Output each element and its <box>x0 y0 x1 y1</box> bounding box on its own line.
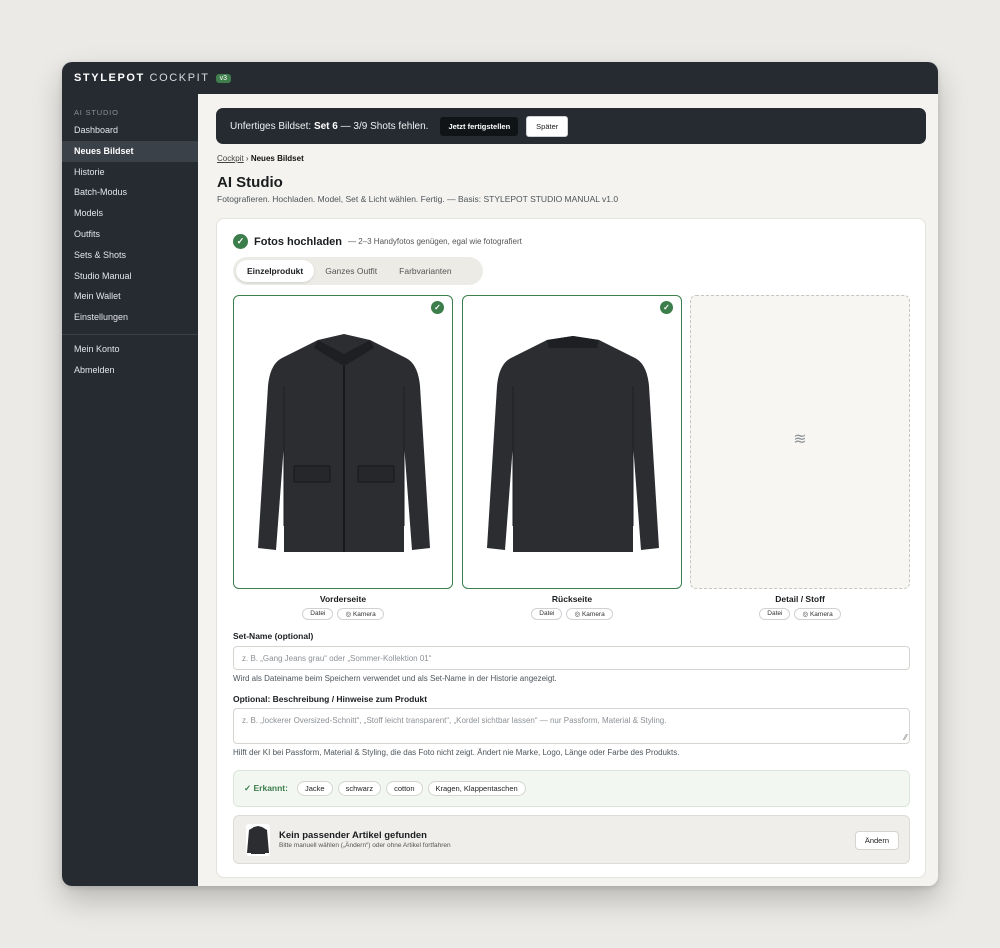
recognized-chip[interactable]: cotton <box>386 781 423 796</box>
sidebar-item-batch-modus[interactable]: Batch-Modus <box>62 182 198 203</box>
no-match-subtitle: Bitte manuell wählen („Ändern“) oder ohn… <box>279 842 451 849</box>
slot-back-check-icon: ✓ <box>660 301 673 314</box>
back-file-button[interactable]: Datei <box>531 608 563 620</box>
tab-ganzes-outfit[interactable]: Ganzes Outfit <box>314 260 388 282</box>
jacket-back-image <box>487 336 659 552</box>
slot-front-check-icon: ✓ <box>431 301 444 314</box>
page-title: AI Studio <box>217 174 283 191</box>
sidebar-item-historie[interactable]: Historie <box>62 162 198 183</box>
back-camera-button[interactable]: ◎ Kamera <box>566 608 613 620</box>
fabric-icon: ≋ <box>793 431 807 448</box>
unfinished-set-banner: Unfertiges Bildset: Set 6 — 3/9 Shots fe… <box>216 108 926 144</box>
camera-icon: ◎ <box>345 611 353 618</box>
detail-camera-button[interactable]: ◎ Kamera <box>794 608 841 620</box>
upload-slot-back[interactable]: ✓ <box>462 295 682 589</box>
slot-back-actions: Datei ◎ Kamera <box>462 608 682 620</box>
sidebar-item-neues-bildset[interactable]: Neues Bildset <box>62 140 198 162</box>
recognized-label: ✓ Erkannt: <box>244 783 288 793</box>
article-match-panel: Kein passender Artikel gefunden Bitte ma… <box>233 815 910 864</box>
detail-file-button[interactable]: Datei <box>759 608 791 620</box>
set-name-help: Wird als Dateiname beim Speichern verwen… <box>233 674 557 683</box>
sidebar-item-wallet[interactable]: Mein Wallet <box>62 286 198 307</box>
jacket-front-image <box>258 334 430 552</box>
sidebar-section-label: AI STUDIO <box>74 108 119 117</box>
recognized-chip[interactable]: Kragen, Klappentaschen <box>427 781 526 796</box>
breadcrumb-cockpit-link[interactable]: Cockpit <box>217 154 244 163</box>
banner-suffix: — 3/9 Shots fehlen. <box>340 120 429 132</box>
recognized-chip[interactable]: schwarz <box>337 781 382 796</box>
slot-detail-label: Detail / Stoff <box>775 594 825 604</box>
banner-set: Set 6 <box>313 120 338 132</box>
product-mode-tabs: Einzelprodukt Ganzes Outfit Farbvariante… <box>233 257 483 285</box>
slot-front-actions: Datei ◎ Kamera <box>233 608 453 620</box>
recognized-attributes: ✓ Erkannt: Jacke schwarz cotton Kragen, … <box>233 770 910 807</box>
sidebar-item-studio-manual[interactable]: Studio Manual <box>62 266 198 287</box>
camera-icon: ◎ <box>574 611 582 618</box>
app-window: STYLEPOT COCKPIT v3 AI STUDIO Dashboard … <box>62 62 938 886</box>
no-match-title: Kein passender Artikel gefunden <box>279 830 427 841</box>
sidebar: AI STUDIO Dashboard Neues Bildset Histor… <box>62 94 198 886</box>
sidebar-item-abmelden[interactable]: Abmelden <box>62 360 198 381</box>
front-file-button[interactable]: Datei <box>302 608 334 620</box>
sidebar-item-einstellungen[interactable]: Einstellungen <box>62 307 198 328</box>
upload-slot-front[interactable]: ✓ <box>233 295 453 589</box>
slot-front-label: Vorderseite <box>319 594 367 604</box>
banner-prefix: Unfertiges Bildset: <box>230 120 312 132</box>
description-label: Optional: Beschreibung / Hinweise zum Pr… <box>233 694 428 704</box>
upload-slot-detail[interactable]: ≋ <box>690 295 910 589</box>
finish-now-button[interactable]: Jetzt fertigstellen <box>440 116 519 136</box>
upload-step-title: Fotos hochladen <box>254 235 342 248</box>
article-thumbnail <box>246 824 270 856</box>
description-placeholder: z. B. „lockerer Oversized-Schnitt“, „Sto… <box>242 716 667 725</box>
sidebar-item-models[interactable]: Models <box>62 203 198 224</box>
version-badge: v3 <box>215 73 232 83</box>
later-button[interactable]: Später <box>526 115 569 137</box>
breadcrumb-separator: › <box>245 154 249 163</box>
change-article-button[interactable]: Ändern <box>854 831 899 850</box>
slot-detail-actions: Datei ◎ Kamera <box>690 608 910 620</box>
upload-card: ✓ Fotos hochladen — 2–3 Handyfotos genüg… <box>216 218 926 878</box>
front-camera-button[interactable]: ◎ Kamera <box>337 608 384 620</box>
camera-icon: ◎ <box>802 611 810 618</box>
sidebar-item-outfits[interactable]: Outfits <box>62 224 198 245</box>
tab-farbvarianten[interactable]: Farbvarianten <box>388 260 462 282</box>
main-content: Unfertiges Bildset: Set 6 — 3/9 Shots fe… <box>198 94 938 886</box>
breadcrumb-current: Neues Bildset <box>250 154 304 163</box>
description-help: Hilft der KI bei Passform, Material & St… <box>233 748 680 757</box>
step-complete-check-icon: ✓ <box>233 234 248 249</box>
recognized-chip[interactable]: Jacke <box>296 781 333 796</box>
upload-step-hint: — 2–3 Handyfotos genügen, egal wie fotog… <box>348 237 522 246</box>
sidebar-item-mein-konto[interactable]: Mein Konto <box>62 339 198 360</box>
set-name-label: Set-Name (optional) <box>233 631 314 641</box>
top-bar: STYLEPOT COCKPIT v3 <box>62 62 938 94</box>
breadcrumb: Cockpit › Neues Bildset <box>217 154 304 163</box>
slot-back-label: Rückseite <box>551 594 593 604</box>
sidebar-divider <box>62 333 198 335</box>
page-subtitle: Fotografieren. Hochladen. Model, Set & L… <box>217 194 619 204</box>
brand-logo[interactable]: STYLEPOT COCKPIT <box>74 72 210 84</box>
upload-step-header: ✓ Fotos hochladen — 2–3 Handyfotos genüg… <box>233 234 522 249</box>
tab-einzelprodukt[interactable]: Einzelprodukt <box>236 260 315 282</box>
sidebar-item-sets-shots[interactable]: Sets & Shots <box>62 245 198 266</box>
set-name-input[interactable]: z. B. „Gang Jeans grau“ oder „Sommer-Kol… <box>233 646 910 670</box>
sidebar-item-dashboard[interactable]: Dashboard <box>62 120 198 141</box>
jacket-thumbnail-icon <box>247 826 269 854</box>
description-textarea[interactable]: z. B. „lockerer Oversized-Schnitt“, „Sto… <box>233 708 910 744</box>
resize-handle-icon[interactable]: ⁄⁄ <box>904 733 907 742</box>
